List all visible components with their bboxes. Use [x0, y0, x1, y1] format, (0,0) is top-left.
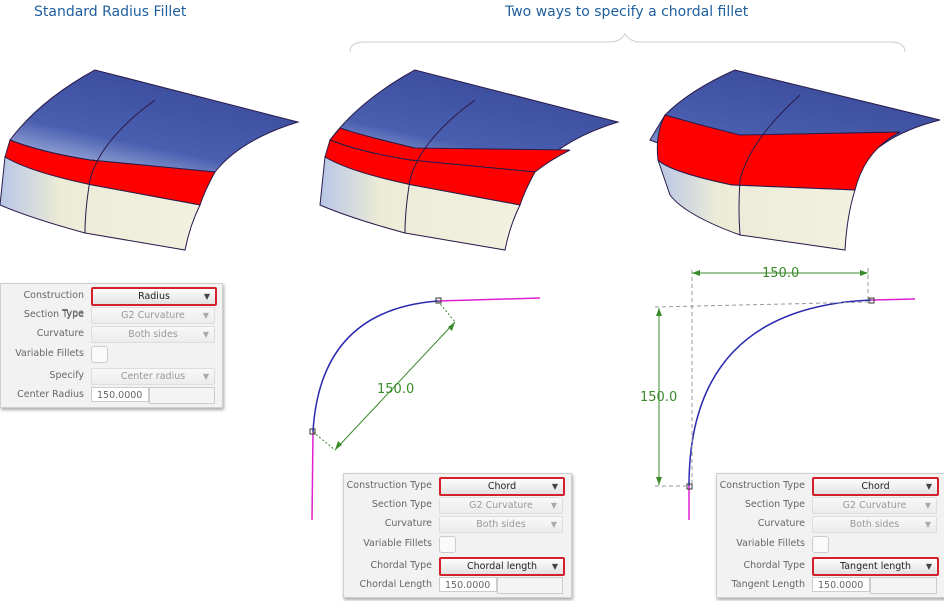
dropdown-value: Radius: [138, 291, 170, 302]
value-input[interactable]: 150.0000: [439, 577, 497, 592]
field-label: Section Type: [23, 309, 84, 320]
value-slider[interactable]: [497, 577, 563, 594]
dropdown[interactable]: G2 Curvature ▼: [439, 497, 563, 514]
value-input[interactable]: 150.0000: [812, 577, 870, 592]
fillet-panel-chordal-length: Construction Type Chord ▼ Section Type G2 Cu…: [343, 473, 572, 598]
tangent-dimension-vertical: 150.0: [640, 390, 677, 405]
group-brace: [349, 33, 906, 53]
panel-row: Chordal Length 150.0000: [344, 576, 571, 594]
chevron-down-icon: ▼: [202, 311, 209, 320]
panel-row: Curvature Both sides ▼: [344, 515, 571, 533]
dropdown[interactable]: Chordal length ▼: [439, 557, 565, 576]
dropdown-value: Both sides: [849, 519, 900, 530]
panel-row: Chordal Type Tangent length ▼: [717, 557, 944, 576]
surface-tangent: [649, 69, 941, 251]
dropdown[interactable]: G2 Curvature ▼: [91, 307, 215, 324]
dropdown-value: G2 Curvature: [842, 500, 907, 511]
variable-fillets-checkbox[interactable]: [439, 536, 456, 553]
dropdown[interactable]: Chord ▼: [439, 477, 565, 496]
panel-row: Variable Fillets: [1, 345, 222, 363]
panel-row: Construction Type Chord ▼: [344, 477, 571, 496]
dropdown-value: Chord: [487, 481, 517, 492]
chevron-down-icon: ▼: [924, 501, 931, 510]
chevron-down-icon: ▼: [551, 482, 558, 491]
field-label: Tangent Length: [731, 579, 805, 590]
chord-dimension: 150.0: [377, 382, 414, 397]
field-label: Center Radius: [17, 389, 84, 400]
dropdown[interactable]: Both sides ▼: [91, 326, 215, 343]
panel-row: Construction Type Chord ▼: [717, 477, 944, 496]
field-label: Section Type: [371, 499, 432, 510]
chevron-down-icon: ▼: [925, 562, 932, 571]
variable-fillets-checkbox[interactable]: [812, 536, 829, 553]
dropdown-value: G2 Curvature: [469, 500, 533, 511]
field-label: Chordal Type: [370, 560, 432, 571]
dropdown[interactable]: G2 Curvature ▼: [812, 497, 937, 514]
chevron-down-icon: ▼: [924, 520, 931, 529]
field-label: Curvature: [757, 518, 805, 529]
dropdown[interactable]: Chord ▼: [812, 477, 939, 496]
panel-row: Tangent Length 150.0000: [717, 576, 944, 594]
dropdown-value: Both sides: [476, 519, 526, 530]
panel-row: Variable Fillets: [717, 535, 944, 553]
chevron-down-icon: ▼: [551, 562, 558, 571]
chevron-down-icon: ▼: [202, 372, 209, 381]
panel-row: Section Type G2 Curvature ▼: [344, 496, 571, 514]
field-label: Variable Fillets: [15, 348, 84, 359]
dropdown-value: Chordal length: [467, 561, 537, 572]
tangent-dimension-horizontal: 150.0: [762, 266, 799, 281]
panel-row: Variable Fillets: [344, 535, 571, 553]
dropdown[interactable]: Tangent length ▼: [812, 557, 939, 576]
panel-row: Center Radius 150.0000: [1, 386, 222, 404]
dropdown-value: Center radius: [120, 371, 186, 382]
value-slider[interactable]: [149, 387, 215, 404]
dropdown[interactable]: Both sides ▼: [439, 516, 563, 533]
chevron-down-icon: ▼: [550, 520, 557, 529]
field-label: Chordal Length: [359, 579, 432, 590]
dropdown[interactable]: Both sides ▼: [812, 516, 937, 533]
dropdown-value: Tangent length: [840, 561, 911, 572]
chevron-down-icon: ▼: [550, 501, 557, 510]
dropdown-value: G2 Curvature: [121, 310, 185, 321]
panel-row: Specify Center radius ▼: [1, 367, 222, 385]
field-label: Variable Fillets: [363, 538, 432, 549]
chevron-down-icon: ▼: [202, 330, 209, 339]
surface-chord: [319, 69, 620, 251]
fillet-panel-tangent-length: Construction Type Chord ▼ Section Type G2 Cu…: [716, 473, 944, 598]
variable-fillets-checkbox[interactable]: [91, 346, 108, 363]
field-label: Variable Fillets: [736, 538, 805, 549]
chevron-down-icon: ▼: [925, 482, 932, 491]
chevron-down-icon: ▼: [203, 292, 210, 301]
dropdown[interactable]: Center radius ▼: [91, 368, 215, 385]
fillet-panel-radius: Construction Type Radius ▼ Section Type G2 C…: [0, 283, 223, 408]
panel-row: Curvature Both sides ▼: [717, 515, 944, 533]
dropdown-value: Chord: [861, 481, 890, 492]
value-slider[interactable]: [870, 577, 937, 594]
panel-row: Curvature Both sides ▼: [1, 325, 222, 343]
surface-radius: [0, 69, 299, 251]
dropdown[interactable]: Radius ▼: [91, 287, 217, 306]
field-label: Specify: [49, 370, 84, 381]
field-label: Curvature: [36, 328, 84, 339]
field-label: Construction Type: [719, 480, 805, 491]
panel-row: Section Type G2 Curvature ▼: [1, 306, 222, 324]
panel-row: Section Type G2 Curvature ▼: [717, 496, 944, 514]
field-label: Chordal Type: [743, 560, 805, 571]
dropdown-value: Both sides: [128, 329, 178, 340]
panel-row: Construction Type Radius ▼: [1, 287, 222, 319]
panel-row: Chordal Type Chordal length ▼: [344, 557, 571, 576]
field-label: Construction Type: [346, 480, 432, 491]
value-input[interactable]: 150.0000: [91, 387, 149, 402]
field-label: Section Type: [744, 499, 805, 510]
field-label: Curvature: [384, 518, 432, 529]
